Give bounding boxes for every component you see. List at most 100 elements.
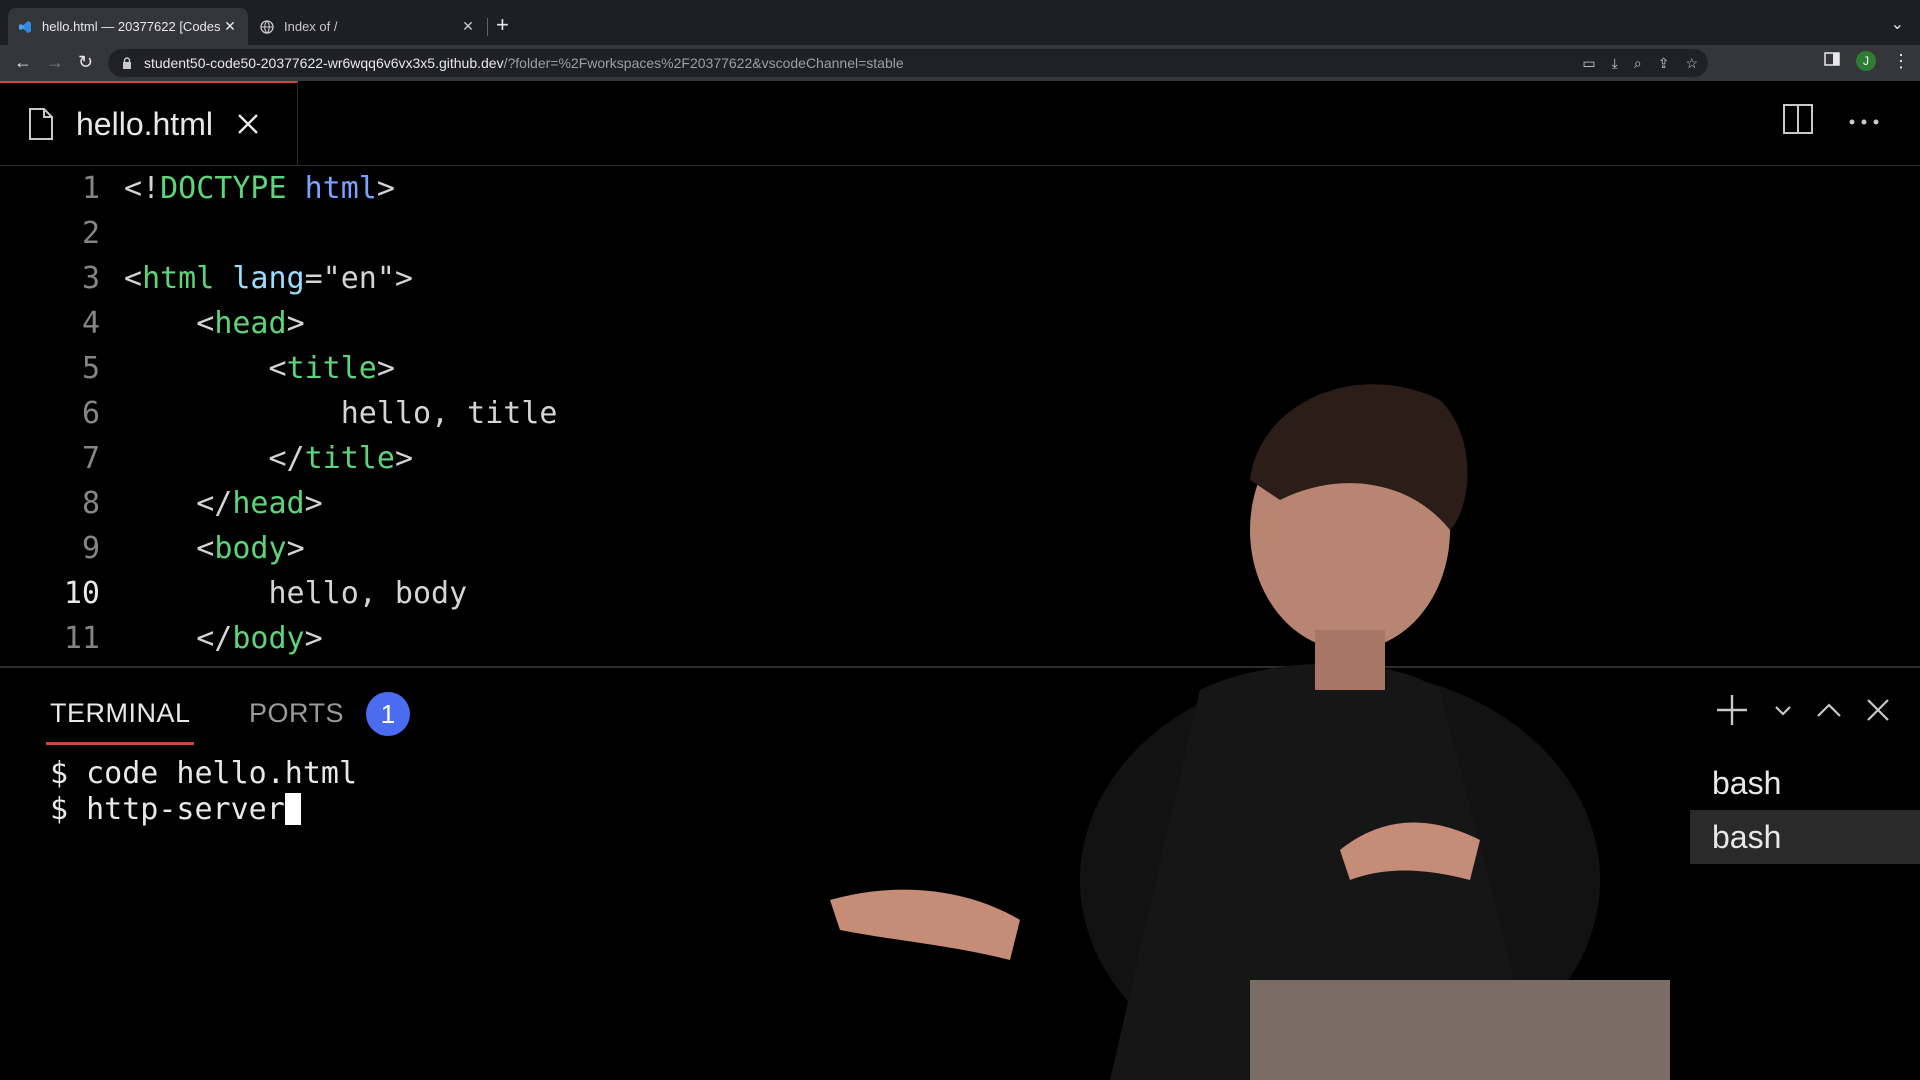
chevron-down-icon[interactable] <box>1774 704 1792 722</box>
code-token: < <box>124 306 215 341</box>
terminal-output[interactable]: $ code hello.html $ http-server <box>50 756 357 828</box>
code-line[interactable]: 10 hello, body <box>0 571 467 616</box>
new-terminal-icon[interactable] <box>1714 692 1750 733</box>
browser-menu-icon[interactable]: ⋮ <box>1892 51 1910 72</box>
line-number: 6 <box>81 396 100 431</box>
code-editor[interactable]: 1 <! DOCTYPE html >2 3 < html lang ="en"> 4 < hea… <box>0 166 1920 666</box>
line-number: 7 <box>81 441 100 476</box>
terminal-panel: TERMINAL PORTS 1 $ code hello.html $ htt… <box>0 668 1920 1080</box>
tab-separator <box>487 18 488 36</box>
code-token: hello, title <box>124 396 558 431</box>
vscode-icon <box>18 20 32 34</box>
line-number: 5 <box>81 351 100 386</box>
ports-count-badge: 1 <box>366 692 410 736</box>
close-tab-icon[interactable]: ✕ <box>460 18 476 35</box>
avatar[interactable]: J <box>1856 51 1876 71</box>
tab-terminal[interactable]: TERMINAL <box>50 698 191 729</box>
line-number: 3 <box>81 261 100 296</box>
code-token: html <box>304 171 377 206</box>
browser-tab-title: Index of / <box>284 19 338 34</box>
code-token: > <box>286 306 305 341</box>
code-token: lang <box>232 261 305 296</box>
code-token: > <box>394 441 413 476</box>
code-token: < <box>124 531 215 566</box>
close-icon[interactable] <box>237 113 259 135</box>
code-line[interactable]: 3 < html lang ="en"> <box>0 256 413 301</box>
new-tab-button[interactable]: + <box>496 14 509 36</box>
code-line[interactable]: 1 <! DOCTYPE html > <box>0 166 395 211</box>
forward-icon[interactable]: → <box>46 52 64 72</box>
side-panel-icon[interactable] <box>1824 51 1840 67</box>
code-token: head <box>232 486 305 521</box>
code-line[interactable]: 9 < body > <box>0 526 305 571</box>
code-line[interactable]: 4 < head > <box>0 301 305 346</box>
reload-icon[interactable]: ↻ <box>78 52 93 72</box>
code-token: > <box>304 621 323 656</box>
back-icon[interactable]: ← <box>14 52 32 72</box>
code-line[interactable]: 6 hello, title <box>0 391 558 436</box>
code-token: < <box>124 351 287 386</box>
code-token: </ <box>124 486 233 521</box>
terminal-line: $ code hello.html <box>50 756 358 791</box>
line-number: 1 <box>81 171 100 206</box>
terminal-line: $ http-server <box>50 792 285 827</box>
file-icon <box>28 107 54 141</box>
tab-search-icon[interactable]: ⌄ <box>1891 14 1904 34</box>
code-token: </ <box>124 621 233 656</box>
active-tab-indicator <box>46 742 194 745</box>
share-icon[interactable]: ⇪ <box>1658 55 1670 72</box>
code-line[interactable]: 8 </head > <box>0 481 323 526</box>
code-line[interactable]: 2 <box>0 211 124 256</box>
code-token: ="en"> <box>304 261 413 296</box>
code-token: title <box>304 441 395 476</box>
code-token: </ <box>124 441 305 476</box>
zoom-icon[interactable]: ⌕ <box>1634 55 1642 72</box>
url-host: student50-code50-20377622-wr6wqq6v6vx3x5… <box>144 55 504 71</box>
code-token: html <box>142 261 215 296</box>
line-number: 8 <box>81 486 100 521</box>
code-token: > <box>304 486 323 521</box>
bookmark-star-icon[interactable]: ☆ <box>1685 55 1698 72</box>
install-icon[interactable]: ⤓ <box>1612 55 1618 72</box>
split-editor-icon[interactable] <box>1782 103 1814 140</box>
code-token: > <box>376 171 395 206</box>
code-line[interactable]: 11 </body > <box>0 616 323 661</box>
browser-tab-title: hello.html — 20377622 [Codes <box>42 19 221 34</box>
close-tab-icon[interactable]: ✕ <box>222 18 238 35</box>
line-number: 9 <box>81 531 100 566</box>
globe-icon <box>260 19 274 34</box>
terminal-cursor <box>284 793 301 825</box>
clipboard-icon[interactable]: ▭ <box>1582 55 1595 72</box>
close-panel-icon[interactable] <box>1866 698 1890 727</box>
code-token: title <box>286 351 377 386</box>
editor-tab-label: hello.html <box>76 105 213 142</box>
address-bar[interactable]: student50-code50-20377622-wr6wqq6v6vx3x5… <box>108 49 1708 77</box>
code-line[interactable]: 5 < title > <box>0 346 395 391</box>
tab-ports[interactable]: PORTS <box>249 698 344 729</box>
editor-tab-hello-html[interactable]: hello.html <box>0 81 298 165</box>
terminal-session-item[interactable]: bash <box>1690 810 1920 864</box>
code-token: head <box>214 306 287 341</box>
terminal-session-item[interactable]: bash <box>1690 756 1920 810</box>
code-token: > <box>376 351 395 386</box>
browser-tab-strip: hello.html — 20377622 [Codes ✕ Index of … <box>0 0 1920 45</box>
browser-tab-editor[interactable]: hello.html — 20377622 [Codes ✕ <box>8 8 248 45</box>
profile-avatar[interactable]: J <box>1856 51 1876 71</box>
browser-toolbar: ← → ↻ student50-code50-20377622-wr6wqq6v… <box>0 45 1920 81</box>
lock-icon[interactable] <box>122 57 134 69</box>
code-line[interactable]: 7 </title > <box>0 436 413 481</box>
code-token: hello, body <box>124 576 468 611</box>
line-number: 2 <box>81 216 100 251</box>
code-token: body <box>214 531 287 566</box>
line-number: 11 <box>63 621 100 656</box>
code-token: DOCTYPE <box>160 171 287 206</box>
code-token: body <box>232 621 305 656</box>
browser-tab-index[interactable]: Index of / ✕ <box>250 8 486 45</box>
more-actions-icon[interactable] <box>1848 113 1880 131</box>
maximize-panel-icon[interactable] <box>1816 702 1842 723</box>
line-number: 10 <box>63 576 100 611</box>
line-number: 4 <box>81 306 100 341</box>
code-token: <! <box>124 171 161 206</box>
